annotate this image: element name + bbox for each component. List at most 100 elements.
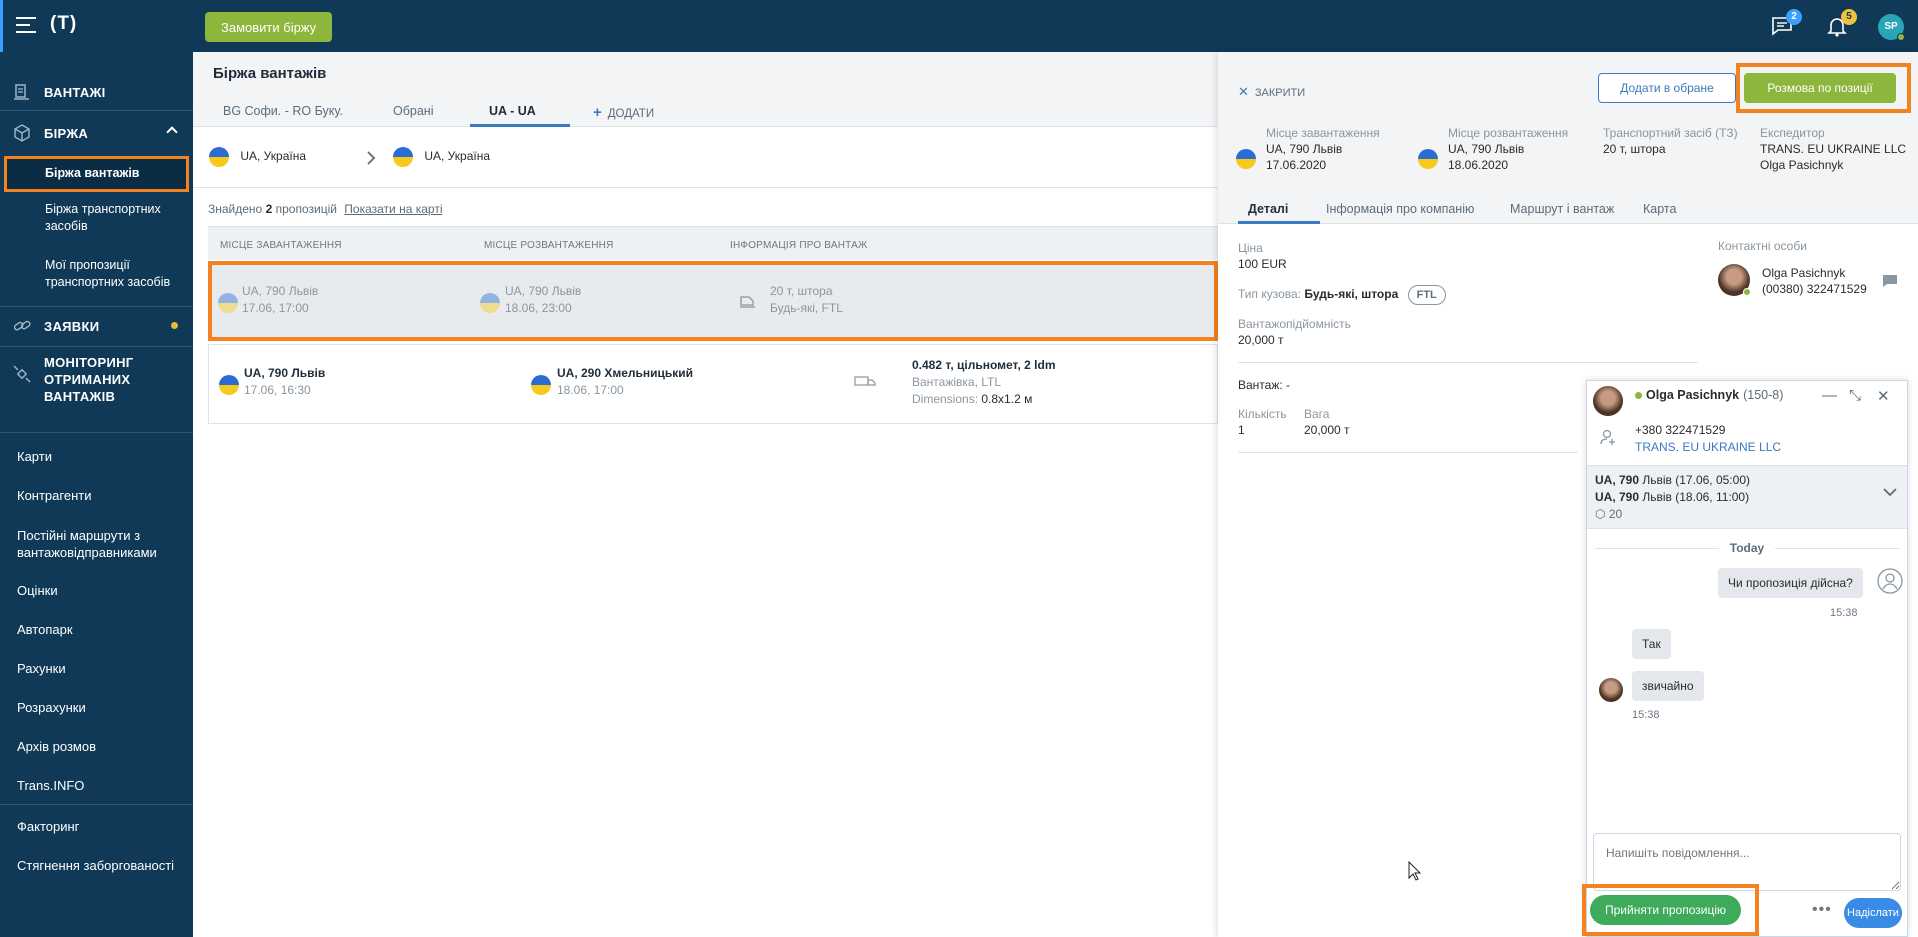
sidebar-link-debt-collection[interactable]: Стягнення заборгованості xyxy=(17,857,187,874)
load-date: 17.06.2020 xyxy=(1266,158,1327,172)
sidebar-item-monitoring[interactable]: МОНІТОРИНГ ОТРИМАНИХ ВАНТАЖІВ xyxy=(0,354,193,405)
add-contact-icon[interactable] xyxy=(1599,428,1617,446)
chat-window: Olga Pasichnyk (150-8) — ⤡ ✕ +380 3224715… xyxy=(1586,380,1908,937)
detail-load: Місце завантаження UA, 790 Львів 17.06.2… xyxy=(1266,125,1380,173)
sidebar-link-contractors[interactable]: Контрагенти xyxy=(17,487,187,504)
load-cell: UA, 790 Львів 17.06, 17:00 xyxy=(242,283,318,317)
messages-icon[interactable]: 2 xyxy=(1770,9,1802,38)
chat-bubble-icon[interactable] xyxy=(1882,274,1898,288)
tab-ua-ua[interactable]: UA - UA xyxy=(489,104,536,118)
sidebar: ВАНТАЖІ БІРЖА Біржа вантажів Біржа транс… xyxy=(0,52,193,937)
dims-label: Dimensions: xyxy=(912,392,979,406)
tab-bg-ro[interactable]: BG Софи. - RO Буку. xyxy=(223,104,343,118)
chat-company-link[interactable]: TRANS. EU UKRAINE LLC xyxy=(1635,439,1781,456)
show-on-map-link[interactable]: Показати на карті xyxy=(344,202,442,216)
add-tab-button[interactable]: + ДОДАТИ xyxy=(593,104,654,121)
sidebar-item-orders[interactable]: ЗАЯВКИ xyxy=(0,316,193,336)
detail-forwarder: Експедитор TRANS. EU UKRAINE LLC Olga Pa… xyxy=(1760,125,1906,173)
sidebar-link-settlements[interactable]: Розрахунки xyxy=(17,699,187,716)
column-unload-place[interactable]: МІСЦЕ РОЗВАНТАЖЕННЯ xyxy=(484,240,614,251)
table-row[interactable]: UA, 790 Львів 17.06, 16:30 UA, 290 Хмель… xyxy=(208,344,1218,424)
sidebar-item-label: ВАНТАЖІ xyxy=(44,84,106,100)
forwarder-company[interactable]: TRANS. EU UKRAINE LLC xyxy=(1760,141,1906,157)
route-unload-city: Львів xyxy=(1642,490,1672,504)
tab-company-info[interactable]: Інформація про компанію xyxy=(1326,202,1474,216)
filter-from[interactable]: UA, Україна xyxy=(209,147,306,167)
sidebar-item-my-vehicle-offers[interactable]: Мої пропозиції транспортних засобів xyxy=(45,257,185,291)
close-icon[interactable]: ✕ xyxy=(1877,387,1890,405)
tab-map[interactable]: Карта xyxy=(1643,202,1676,216)
mouse-cursor-icon xyxy=(1408,861,1422,881)
top-bar: (T) Замовити біржу 2 5 SP xyxy=(0,0,1918,52)
logo[interactable]: (T) xyxy=(50,13,77,35)
contact-name[interactable]: Olga Pasichnyk xyxy=(1762,265,1867,281)
more-options-icon[interactable]: ••• xyxy=(1812,901,1832,919)
chat-contact-details: +380 322471529 TRANS. EU UKRAINE LLC xyxy=(1635,422,1781,456)
sidebar-link-factoring[interactable]: Факторинг xyxy=(17,818,187,835)
table-row[interactable]: UA, 790 Львів 17.06, 17:00 UA, 790 Львів… xyxy=(208,261,1218,341)
user-avatar[interactable]: SP xyxy=(1878,14,1905,41)
sidebar-link-ratings[interactable]: Оцінки xyxy=(17,582,187,599)
page-title: Біржа вантажів xyxy=(213,65,327,82)
chevron-down-icon[interactable] xyxy=(1883,488,1897,497)
truck-icon xyxy=(854,375,876,389)
quantity-value: 1 xyxy=(1238,423,1245,437)
send-button[interactable]: Надіслати xyxy=(1844,898,1902,928)
online-status-dot xyxy=(1897,33,1905,41)
add-tab-label: ДОДАТИ xyxy=(607,108,655,120)
bell-icon[interactable]: 5 xyxy=(1825,9,1857,38)
sidebar-item-label: МОНІТОРИНГ ОТРИМАНИХ ВАНТАЖІВ xyxy=(44,355,134,404)
route-load-place: UA, 790 xyxy=(1595,473,1640,487)
order-exchange-button[interactable]: Замовити біржу xyxy=(205,12,333,42)
chat-user-avatar[interactable] xyxy=(1593,386,1623,416)
cargo-label: Вантаж: - xyxy=(1238,378,1291,392)
vehicle-label: Транспортний засіб (ТЗ) xyxy=(1603,126,1738,140)
message-time: 15:38 xyxy=(1632,709,1660,721)
cargo-cell: 20 т, штора Будь-які, FTL xyxy=(770,283,843,317)
chat-message-incoming: звичайно xyxy=(1632,671,1704,701)
forwarder-person[interactable]: Olga Pasichnyk xyxy=(1760,157,1906,173)
unload-place: UA, 790 Львів xyxy=(1448,142,1525,156)
sidebar-item-cargo-exchange[interactable]: Біржа вантажів xyxy=(4,156,189,192)
ukraine-flag-icon xyxy=(1236,149,1256,169)
sidebar-link-chat-archive[interactable]: Архів розмов xyxy=(17,738,187,755)
chat-user-id: (150-8) xyxy=(1743,388,1784,402)
minimize-icon[interactable]: — xyxy=(1822,387,1837,404)
vehicle-value: 20 т, штора xyxy=(1603,142,1666,156)
sidebar-item-cargo[interactable]: ВАНТАЖІ xyxy=(0,82,193,102)
accept-offer-highlight: Прийняти пропозицію xyxy=(1582,884,1759,936)
chat-phone[interactable]: +380 322471529 xyxy=(1635,422,1781,439)
notifications-badge: 5 xyxy=(1841,9,1857,25)
sidebar-item-vehicle-exchange[interactable]: Біржа транспортних засобів xyxy=(45,201,185,235)
detail-unload: Місце розвантаження UA, 790 Львів 18.06.… xyxy=(1448,125,1568,173)
sidebar-link-transinfo[interactable]: Trans.INFO xyxy=(17,777,187,794)
filter-to[interactable]: UA, Україна xyxy=(393,147,490,167)
route-weight: 20 xyxy=(1608,507,1623,521)
chat-message-outgoing: Чи пропозиція дійсна? xyxy=(1718,568,1863,598)
main-header: Біржа вантажів BG Софи. - RO Буку. Обран… xyxy=(193,52,1218,127)
chevron-right-icon xyxy=(366,150,376,166)
sidebar-item-exchange[interactable]: БІРЖА xyxy=(0,123,193,143)
tab-route-cargo[interactable]: Маршрут і вантаж xyxy=(1510,202,1614,216)
contact-phone[interactable]: (00380) 322471529 xyxy=(1762,281,1867,297)
sidebar-link-routes[interactable]: Постійні маршрути з вантажовідправниками xyxy=(17,527,187,561)
expand-icon[interactable]: ⤡ xyxy=(1849,387,1861,404)
sidebar-link-fleet[interactable]: Автопарк xyxy=(17,621,187,638)
column-load-place[interactable]: МІСЦЕ ЗАВАНТАЖЕННЯ xyxy=(220,240,342,251)
forwarder-label: Експедитор xyxy=(1760,126,1825,140)
add-favorite-button[interactable]: Додати в обране xyxy=(1598,73,1736,103)
accept-offer-button[interactable]: Прийняти пропозицію xyxy=(1590,895,1741,925)
hamburger-menu-icon[interactable] xyxy=(16,17,36,33)
sidebar-link-invoices[interactable]: Рахунки xyxy=(17,660,187,677)
column-cargo-info[interactable]: ІНФОРМАЦІЯ ПРО ВАНТАЖ xyxy=(730,240,867,251)
divider xyxy=(1238,362,1698,363)
message-input[interactable] xyxy=(1593,833,1901,891)
route-load-city: Львів xyxy=(1642,473,1672,487)
tab-details[interactable]: Деталі xyxy=(1248,202,1288,216)
chat-offer-button[interactable]: Розмова по позиції xyxy=(1744,73,1896,103)
tab-favorites[interactable]: Обрані xyxy=(393,104,433,118)
divider xyxy=(0,110,193,111)
sidebar-link-maps[interactable]: Карти xyxy=(17,448,187,465)
close-button[interactable]: ✕ ЗАКРИТИ xyxy=(1238,84,1305,100)
chat-offer-route[interactable]: UA, 790 Львів (17.06, 05:00) UA, 790 Льв… xyxy=(1587,465,1907,529)
